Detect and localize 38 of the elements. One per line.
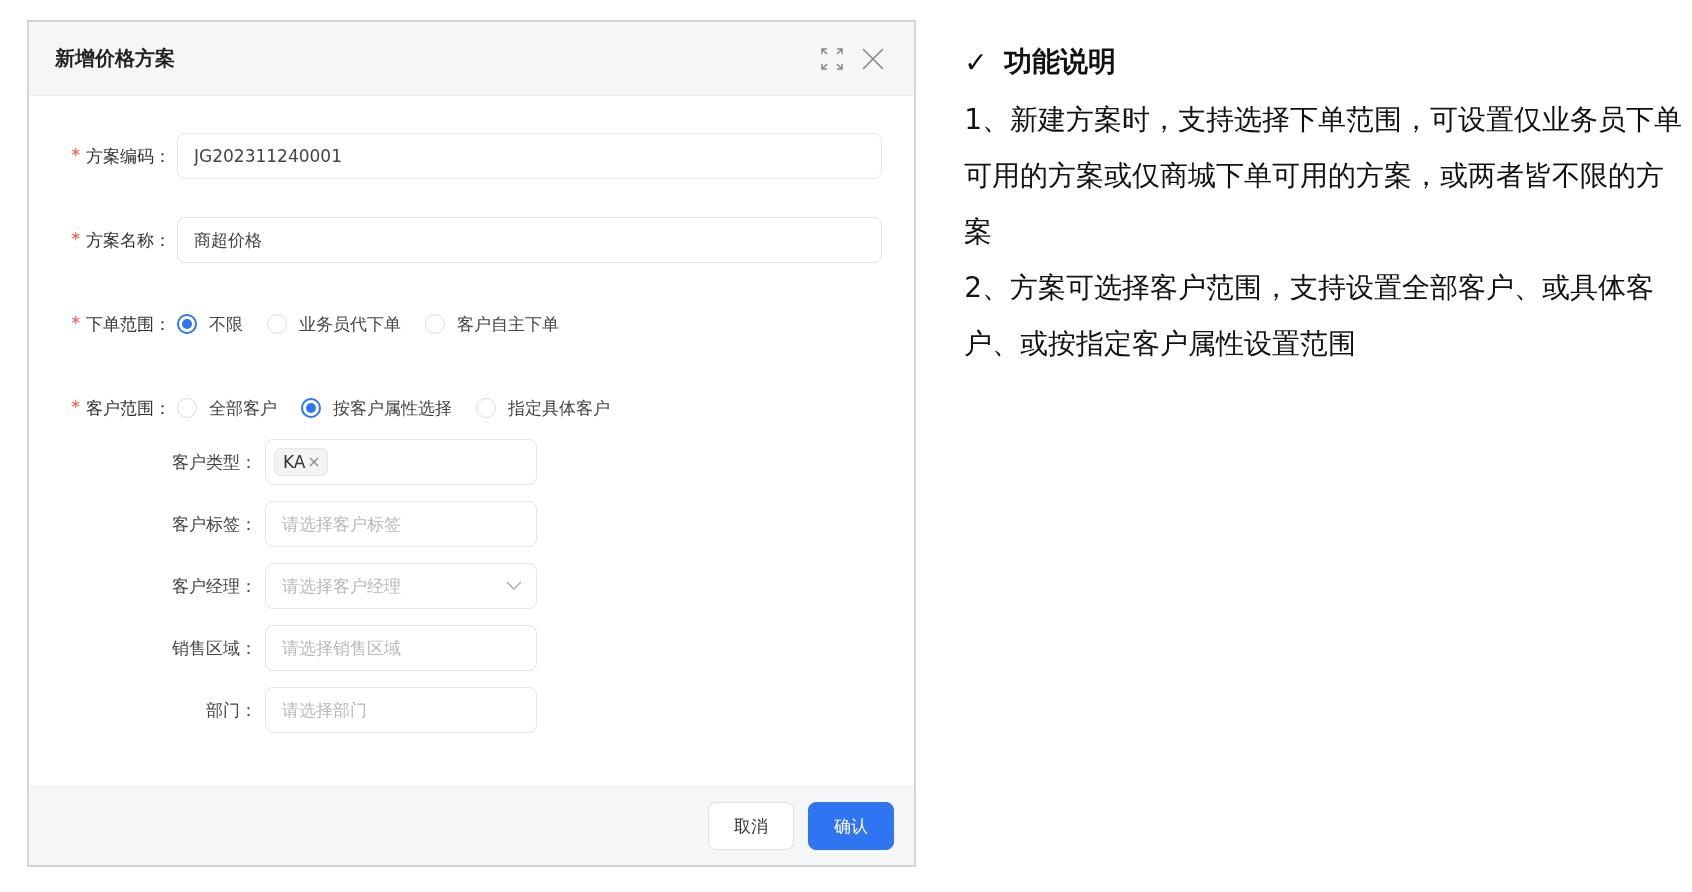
- field-label: * 方案编码：: [70, 144, 171, 168]
- tag: KA: [274, 448, 329, 476]
- select-field[interactable]: 请选择销售区域: [265, 625, 537, 671]
- radio-option[interactable]: 客户自主下单: [425, 312, 559, 336]
- close-icon[interactable]: [309, 457, 320, 467]
- select-field[interactable]: 请选择客户标签: [265, 501, 537, 547]
- tag-select[interactable]: KA: [265, 439, 537, 485]
- notes-paragraph: 1、新建方案时，支持选择下单范围，可设置仅业务员下单可用的方案或仅商城下单可用的方案，或两者皆不限的方案: [964, 102, 1684, 250]
- notes-title: 功能说明: [1003, 44, 1116, 80]
- radio-label: 指定具体客户: [508, 396, 610, 420]
- confirm-button[interactable]: 确认: [808, 802, 895, 850]
- radio-option[interactable]: 全部客户: [177, 396, 277, 420]
- field-label: 客户标签：: [171, 512, 258, 536]
- radio-option[interactable]: 不限: [177, 312, 243, 336]
- radio-label: 不限: [209, 312, 243, 336]
- field-label: 销售区域：: [171, 636, 258, 660]
- radio-label: 业务员代下单: [299, 312, 401, 336]
- radio-option[interactable]: 业务员代下单: [267, 312, 401, 336]
- fullscreen-icon[interactable]: [820, 46, 845, 71]
- radio-label: 全部客户: [209, 396, 277, 420]
- field-label: * 下单范围：: [70, 312, 171, 336]
- radio-option[interactable]: 指定具体客户: [476, 396, 610, 420]
- notes-paragraph: 2、方案可选择客户范围，支持设置全部客户、或具体客户、或按指定客户属性设置范围: [964, 270, 1656, 362]
- field-label: 客户类型：: [171, 450, 258, 474]
- text-input[interactable]: 商超价格: [177, 217, 883, 263]
- checkmark: ✓: [964, 45, 988, 79]
- field-label: * 客户范围：: [70, 396, 171, 420]
- field-label: * 方案名称：: [70, 228, 171, 252]
- field-label: 客户经理：: [171, 574, 258, 598]
- field-label: 部门：: [205, 698, 258, 722]
- dialog-title: 新增价格方案: [55, 45, 176, 72]
- radio-label: 按客户属性选择: [333, 396, 452, 420]
- chevron-down-icon: [506, 581, 522, 591]
- cancel-button[interactable]: 取消: [708, 802, 795, 850]
- select-field[interactable]: 请选择部门: [265, 687, 537, 733]
- radio-option[interactable]: 按客户属性选择: [301, 396, 452, 420]
- close-icon[interactable]: [862, 47, 885, 70]
- radio-label: 客户自主下单: [457, 312, 559, 336]
